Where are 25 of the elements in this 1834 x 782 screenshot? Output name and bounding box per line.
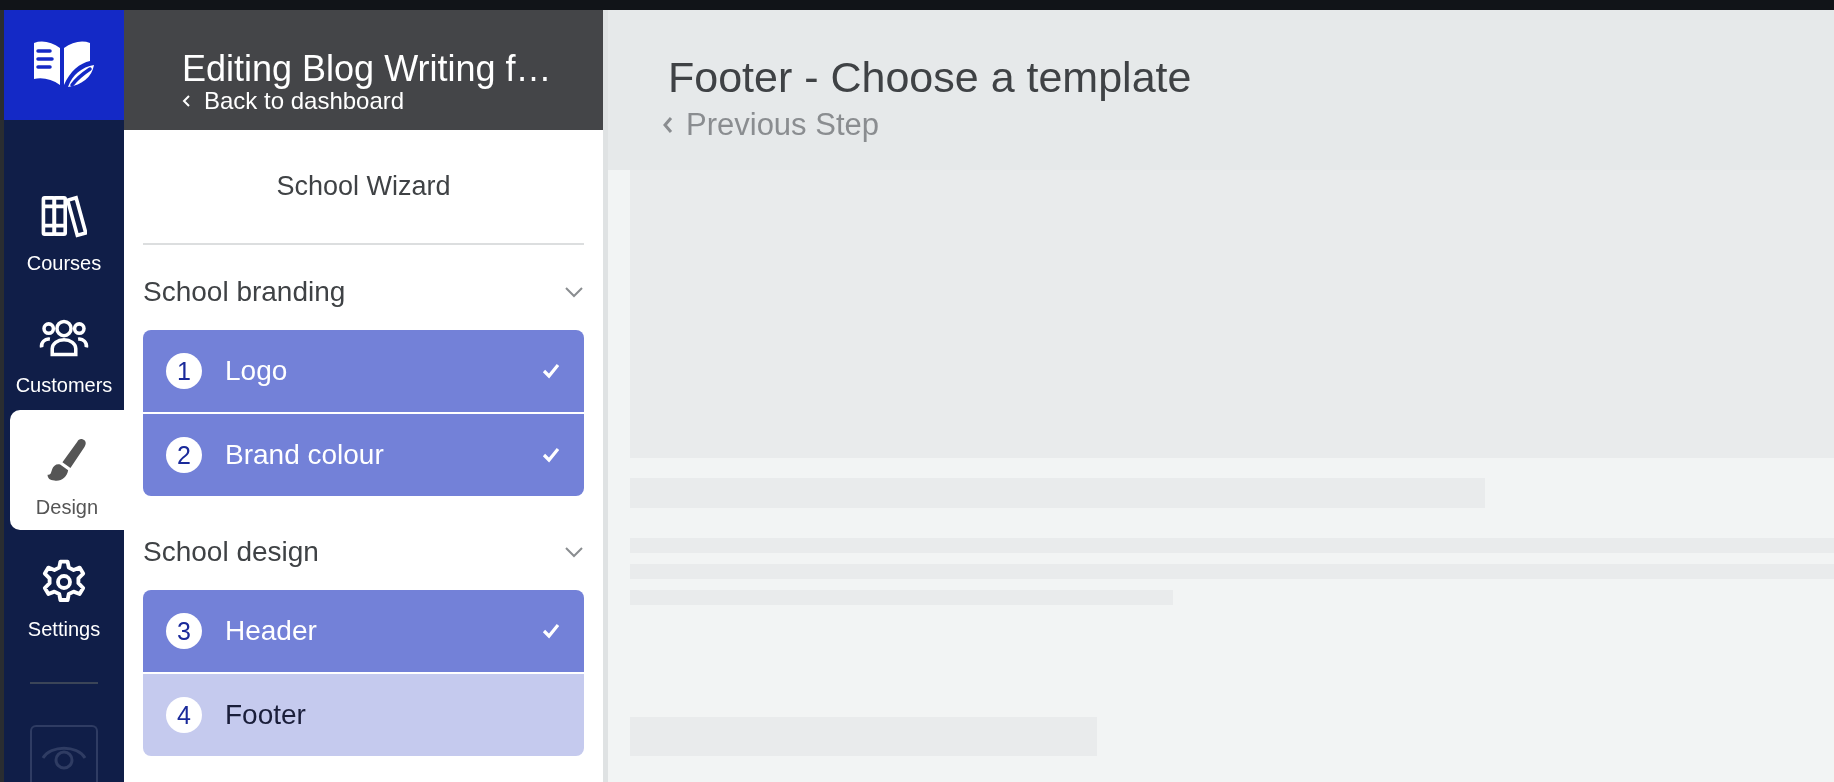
wizard-step[interactable]: 1 Logo	[143, 330, 584, 412]
check-icon	[542, 363, 560, 379]
wizard-step[interactable]: 2 Brand colour	[143, 414, 584, 496]
wizard-step[interactable]: 4 Footer	[143, 674, 584, 756]
course-title: Editing Blog Writing f…	[182, 50, 553, 88]
wizard-title: School Wizard	[276, 170, 451, 202]
users-icon	[39, 318, 89, 359]
back-link[interactable]: Back to dashboard	[182, 88, 405, 114]
page-title: Footer - Choose a template	[668, 52, 1193, 102]
step-number: 2	[166, 437, 202, 473]
nav-item[interactable]: Settings	[4, 532, 124, 653]
section-header[interactable]: School design	[143, 528, 584, 576]
nav-item[interactable]: Design	[10, 410, 124, 531]
step-number: 3	[166, 613, 202, 649]
books-icon	[41, 194, 87, 239]
chevron-left-icon	[182, 94, 192, 108]
section-header[interactable]: School branding	[143, 268, 584, 316]
check-icon	[542, 447, 560, 463]
wizard-step[interactable]: 3 Header	[143, 590, 584, 672]
nav-item[interactable]: Courses	[4, 166, 124, 287]
nav-item[interactable]: Customers	[4, 288, 124, 409]
step-number: 4	[166, 697, 202, 733]
check-icon	[542, 623, 560, 639]
chevron-left-icon	[662, 116, 674, 134]
step-number: 1	[166, 353, 202, 389]
